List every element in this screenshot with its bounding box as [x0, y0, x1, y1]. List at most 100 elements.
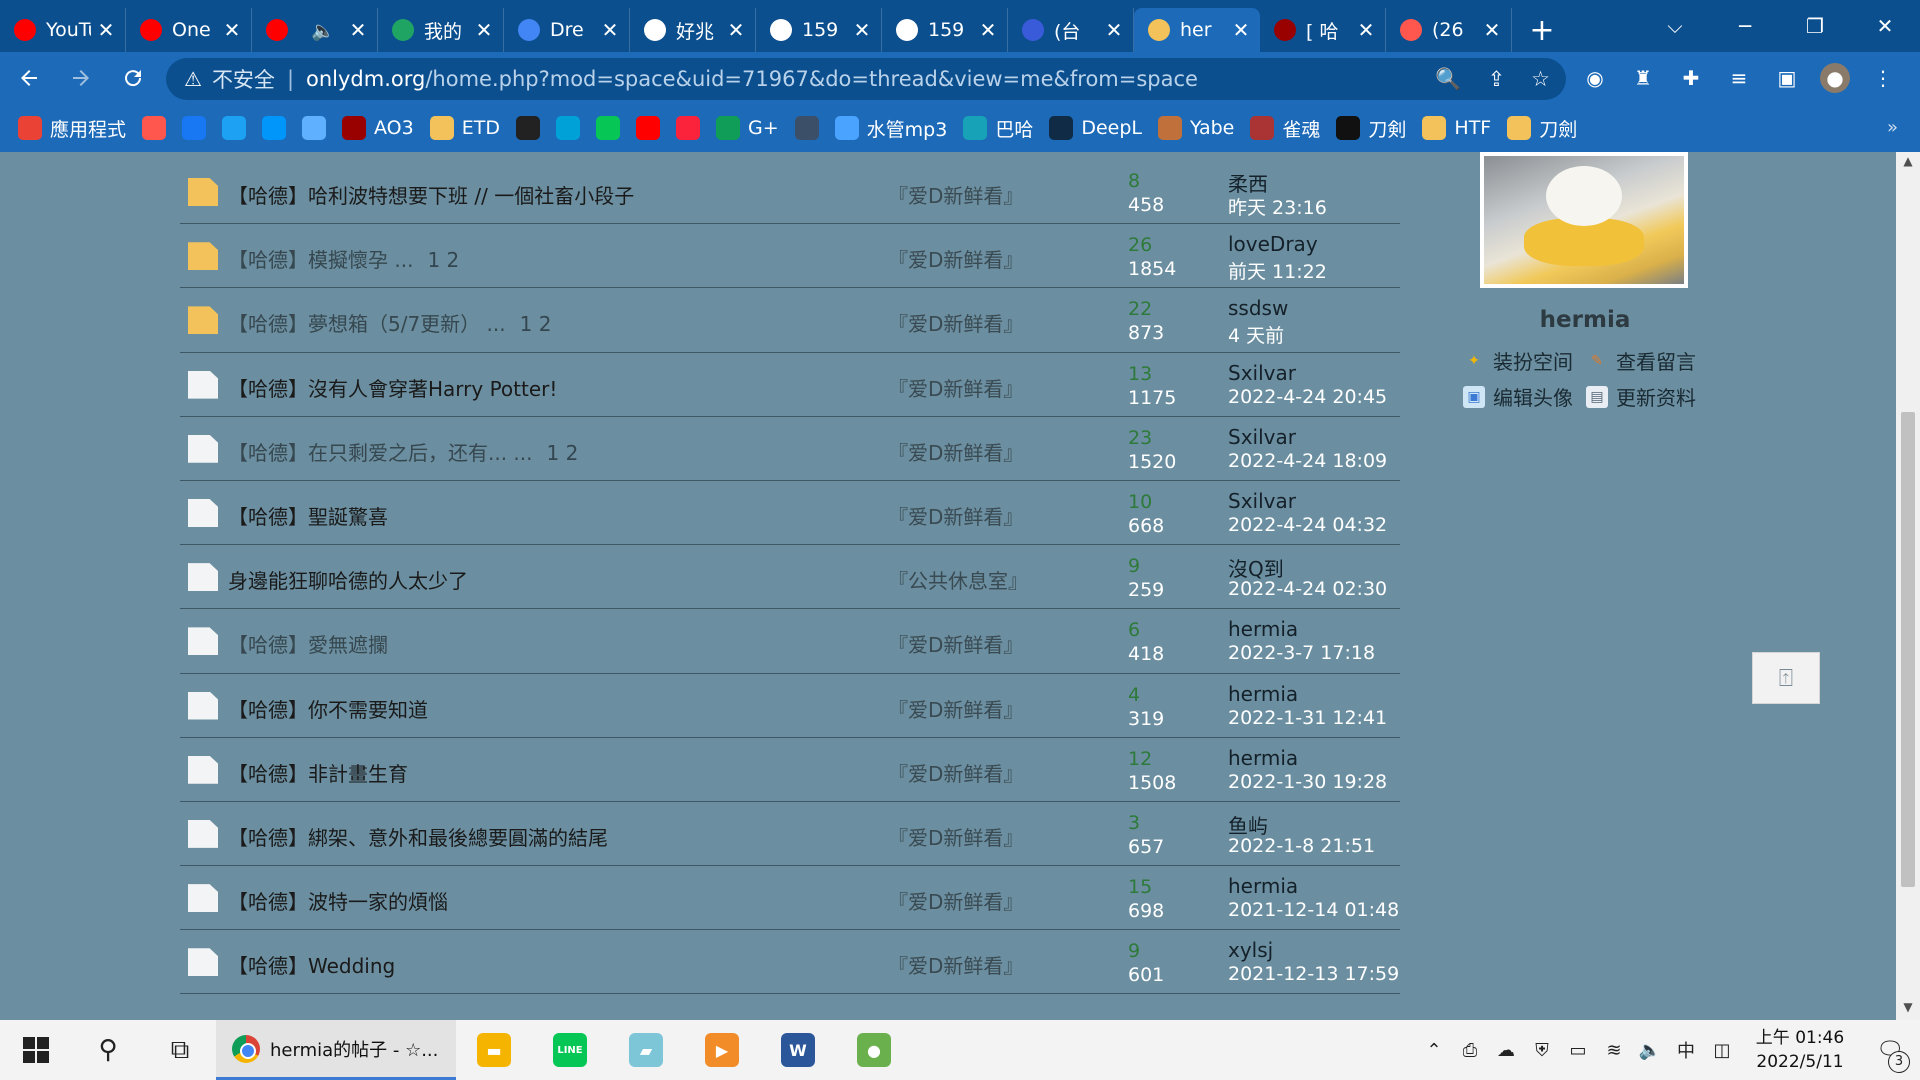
- bookmark-item[interactable]: [794, 116, 819, 140]
- taskbar-pinned-app[interactable]: ▬: [456, 1020, 532, 1080]
- bookmark-item[interactable]: [222, 116, 247, 140]
- volume-icon[interactable]: 🔈: [1632, 1040, 1668, 1061]
- forum-link[interactable]: 『爱D新鲜看』: [888, 758, 1023, 787]
- clock[interactable]: 上午 01:46 2022/5/11: [1740, 1026, 1860, 1074]
- browser-tab[interactable]: One ✕: [126, 8, 252, 52]
- insecure-label[interactable]: 不安全: [212, 64, 275, 94]
- profile-avatar-icon[interactable]: ●: [1820, 63, 1850, 93]
- tab-close-icon[interactable]: ✕: [1105, 18, 1123, 42]
- hot-thread-folder-icon[interactable]: [188, 242, 218, 271]
- browser-tab[interactable]: 🔈 ✕: [252, 8, 378, 52]
- bookmark-item[interactable]: [635, 116, 660, 140]
- wifi-icon[interactable]: ≋: [1596, 1040, 1632, 1061]
- thread-title-link[interactable]: 【哈德】愛無遮攔: [228, 633, 388, 657]
- tab-close-icon[interactable]: ✕: [475, 18, 493, 42]
- hot-thread-folder-icon[interactable]: [188, 178, 218, 206]
- forum-link[interactable]: 『爱D新鲜看』: [888, 308, 1023, 337]
- bookmark-item[interactable]: DeepL: [1049, 116, 1142, 140]
- zoom-icon[interactable]: 🔍: [1435, 67, 1461, 92]
- ime-indicator[interactable]: 中: [1668, 1037, 1704, 1063]
- new-tab-button[interactable]: +: [1522, 8, 1562, 52]
- taskbar-pinned-app[interactable]: ●: [836, 1020, 912, 1080]
- update-profile-link[interactable]: ▤ 更新资料: [1586, 382, 1696, 411]
- bookmark-item[interactable]: [262, 116, 287, 140]
- thread-document-icon[interactable]: [188, 434, 218, 463]
- extension-mask-icon[interactable]: ♜: [1628, 63, 1658, 93]
- last-post-date[interactable]: 2022-1-8 21:51: [1228, 835, 1375, 857]
- thread-document-icon[interactable]: [188, 370, 218, 399]
- last-poster-link[interactable]: hermia: [1228, 746, 1298, 770]
- thread-title-link[interactable]: 【哈德】波特一家的煩惱: [228, 890, 448, 914]
- bookmark-item[interactable]: [302, 116, 327, 140]
- thread-document-icon[interactable]: [188, 755, 218, 784]
- battery-icon[interactable]: ▭: [1560, 1040, 1596, 1061]
- thread-title-link[interactable]: 【哈德】夢想箱（5/7更新） ...: [228, 312, 506, 336]
- ime-mode-icon[interactable]: ◫: [1704, 1040, 1740, 1061]
- tab-close-icon[interactable]: ✕: [1232, 18, 1250, 42]
- security-icon[interactable]: ⛨: [1524, 1040, 1560, 1061]
- extension-circle-icon[interactable]: ◉: [1580, 63, 1610, 93]
- bookmark-item[interactable]: HTF: [1422, 116, 1491, 140]
- forum-link[interactable]: 『公共休息室』: [888, 565, 1028, 594]
- last-post-date[interactable]: 4 天前: [1228, 321, 1284, 348]
- browser-tab[interactable]: Dre ✕: [504, 8, 630, 52]
- bookmark-item[interactable]: 刀剣: [1336, 115, 1406, 142]
- last-post-date[interactable]: 前天 11:22: [1228, 257, 1327, 284]
- restore-button[interactable]: ❐: [1780, 14, 1850, 38]
- tab-close-icon[interactable]: ✕: [349, 18, 367, 42]
- last-post-date[interactable]: 2022-4-24 20:45: [1228, 386, 1387, 408]
- last-poster-link[interactable]: hermia: [1228, 874, 1298, 898]
- share-icon[interactable]: ⇪: [1488, 67, 1506, 91]
- bookmark-item[interactable]: 刀劍: [1507, 115, 1577, 142]
- browser-tab[interactable]: her ✕: [1134, 8, 1260, 52]
- avatar[interactable]: [1480, 152, 1688, 288]
- forum-link[interactable]: 『爱D新鲜看』: [888, 180, 1023, 209]
- forum-link[interactable]: 『爱D新鲜看』: [888, 437, 1023, 466]
- media-queue-icon[interactable]: ≡: [1724, 63, 1754, 93]
- thread-title-link[interactable]: 【哈德】綁架、意外和最後總要圓滿的結尾: [228, 826, 608, 850]
- onedrive-cloud-icon[interactable]: ☁: [1488, 1040, 1524, 1061]
- bookmark-item[interactable]: AO3: [342, 116, 414, 140]
- bookmark-item[interactable]: [182, 116, 207, 140]
- last-poster-link[interactable]: loveDray: [1228, 232, 1318, 256]
- thread-title-link[interactable]: 身邊能狂聊哈德的人太少了: [228, 569, 468, 593]
- thread-document-icon[interactable]: [188, 819, 218, 848]
- search-button[interactable]: ⚲: [72, 1020, 144, 1080]
- tab-close-icon[interactable]: ✕: [1483, 18, 1501, 42]
- browser-tab[interactable]: [ 哈 ✕: [1260, 8, 1386, 52]
- show-hidden-icons-chevron-icon[interactable]: ⌃: [1416, 1040, 1452, 1061]
- forum-link[interactable]: 『爱D新鲜看』: [888, 694, 1023, 723]
- side-panel-icon[interactable]: ▣: [1772, 63, 1802, 93]
- browser-tab[interactable]: YouTube ✕: [0, 8, 126, 52]
- bookmark-star-icon[interactable]: ☆: [1531, 67, 1550, 91]
- thread-title-link[interactable]: 【哈德】Wedding: [228, 954, 395, 978]
- extensions-puzzle-icon[interactable]: ✚: [1676, 63, 1706, 93]
- browser-tab[interactable]: 好兆 ✕: [630, 8, 756, 52]
- bookmark-item[interactable]: 水管mp3: [834, 115, 947, 142]
- tab-search-button[interactable]: ⌵: [1640, 14, 1710, 38]
- taskbar-pinned-app[interactable]: ▶: [684, 1020, 760, 1080]
- back-button[interactable]: [6, 55, 52, 101]
- tab-close-icon[interactable]: ✕: [601, 18, 619, 42]
- browser-tab[interactable]: 159 ✕: [756, 8, 882, 52]
- browser-tab[interactable]: 159 ✕: [882, 8, 1008, 52]
- thread-title-link[interactable]: 【哈德】非計畫生育: [228, 762, 408, 786]
- last-post-date[interactable]: 2022-1-31 12:41: [1228, 707, 1387, 729]
- thread-document-icon[interactable]: [188, 627, 218, 656]
- browser-tab[interactable]: 我的 ✕: [378, 8, 504, 52]
- taskbar-chrome-window[interactable]: hermia的帖子 - ☆...: [216, 1020, 456, 1080]
- last-poster-link[interactable]: Sxilvar: [1228, 361, 1296, 385]
- tab-close-icon[interactable]: ✕: [223, 18, 241, 42]
- thread-page-links[interactable]: 1 2: [547, 441, 579, 465]
- forum-link[interactable]: 『爱D新鲜看』: [888, 501, 1023, 530]
- thread-document-icon[interactable]: [188, 691, 218, 720]
- thread-title-link[interactable]: 【哈德】沒有人會穿著Harry Potter!: [228, 377, 557, 401]
- bookmark-item[interactable]: ETD: [429, 116, 500, 140]
- tab-close-icon[interactable]: ✕: [727, 18, 745, 42]
- tab-close-icon[interactable]: ✕: [97, 18, 115, 42]
- decorate-space-link[interactable]: ✦ 装扮空间: [1463, 346, 1573, 375]
- last-poster-link[interactable]: Sxilvar: [1228, 489, 1296, 513]
- vertical-scrollbar[interactable]: ▲ ▼: [1896, 152, 1920, 1020]
- browser-tab[interactable]: (26 ✕: [1386, 8, 1512, 52]
- thread-title-link[interactable]: 【哈德】在只剩爱之后，还有... ...: [228, 441, 533, 465]
